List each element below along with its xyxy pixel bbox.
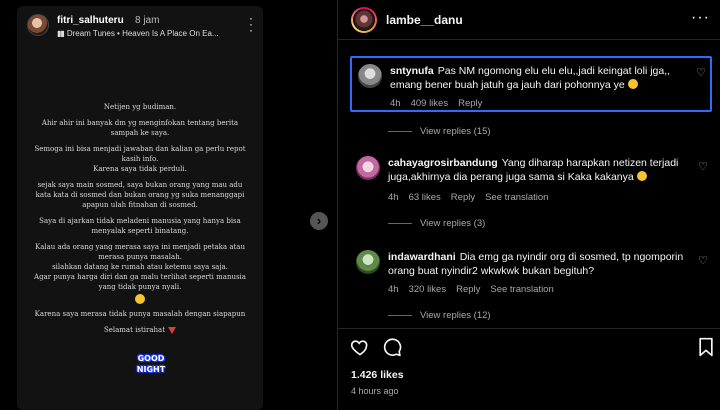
grinning-emoji-icon <box>627 79 638 89</box>
comment-likes[interactable]: 320 likes <box>409 284 447 295</box>
heart-icon[interactable] <box>350 337 370 357</box>
story-avatar[interactable] <box>27 14 49 36</box>
story-line: Karena saya tidak perduli. <box>93 165 187 173</box>
comment-time: 4h <box>390 98 401 109</box>
music-icon: ▮▮ <box>57 29 65 38</box>
chevron-right-icon[interactable]: › <box>310 212 328 230</box>
story-card[interactable]: fitri_salhuteru 8 jam ▮▮ Dream Tunes • He… <box>17 6 263 410</box>
divider <box>388 130 412 132</box>
story-line: silahkan datang ke rumah atau ketemu say… <box>52 263 228 271</box>
post-time: 4 hours ago <box>351 386 399 396</box>
heart-icon[interactable]: ♡ <box>698 160 708 173</box>
comment-username[interactable]: indawardhani <box>388 251 456 263</box>
story-header: fitri_salhuteru 8 jam ▮▮ Dream Tunes • He… <box>27 10 255 50</box>
comment-meta: 4h 320 likes Reply See translation <box>388 284 564 295</box>
story-username[interactable]: fitri_salhuteru <box>57 15 124 26</box>
view-replies-button[interactable]: View replies (12) <box>388 310 491 321</box>
story-line: Ahir ahir ini banyak dm yg menginfokan t… <box>41 119 239 137</box>
comment-body: sntynufa Pas NM ngomong elu elu elu,,jadi… <box>390 64 688 92</box>
reply-button[interactable]: Reply <box>456 284 480 295</box>
heart-icon[interactable]: ♡ <box>696 66 706 79</box>
sweat-smile-emoji-icon <box>135 294 145 304</box>
story-time: 8 jam <box>135 15 160 26</box>
story-line: Selamat istirahat <box>29 325 251 335</box>
commenter-avatar[interactable] <box>356 250 380 274</box>
grinning-emoji-icon <box>636 171 647 181</box>
view-replies-label: View replies (12) <box>420 310 491 321</box>
comment-likes[interactable]: 63 likes <box>409 192 441 203</box>
comment-meta: 4h 409 likes Reply <box>390 98 492 109</box>
see-translation-button[interactable]: See translation <box>485 192 548 203</box>
post-avatar[interactable] <box>351 7 377 33</box>
comment-time: 4h <box>388 284 399 295</box>
view-replies-label: View replies (3) <box>420 218 486 229</box>
comment-username[interactable]: sntynufa <box>390 65 434 77</box>
more-options-icon[interactable]: ··· <box>691 9 710 27</box>
story-line: Saya di ajarkan tidak meladeni manusia y… <box>39 217 241 235</box>
likes-count[interactable]: 1.426 likes <box>351 369 404 381</box>
reply-button[interactable]: Reply <box>458 98 482 109</box>
comment-meta: 4h 63 likes Reply See translation <box>388 192 558 203</box>
view-replies-button[interactable]: View replies (3) <box>388 218 485 229</box>
story-text: Netijen yg budiman. Ahir ahir ini banyak… <box>29 102 251 341</box>
story-line-text: Selamat istirahat <box>103 326 166 334</box>
post-panel: lambe__danu ··· sntynufa Pas NM ngomong e… <box>337 0 720 410</box>
comment-item: sntynufa Pas NM ngomong elu elu elu,,jadi… <box>350 56 712 112</box>
comment-icon[interactable] <box>382 337 402 357</box>
divider <box>388 314 412 316</box>
commenter-avatar[interactable] <box>356 156 380 180</box>
reply-button[interactable]: Reply <box>451 192 475 203</box>
story-line: Semoga ini bisa menjadi jawaban dan kali… <box>34 145 246 163</box>
story-line: Agar punya harga diri dan ga malu terlih… <box>34 273 246 291</box>
comment-body: indawardhani Dia emg ga nyindir org di so… <box>388 250 690 278</box>
comment-body: cahayagrosirbandung Yang diharap harapkan… <box>388 156 690 184</box>
post-username[interactable]: lambe__danu <box>386 13 463 27</box>
sticker-line-2: NIGHT <box>136 365 166 374</box>
post-header: lambe__danu ··· <box>338 0 720 40</box>
story-music[interactable]: ▮▮ Dream Tunes • Heaven Is A Place On Ea.… <box>57 29 219 38</box>
story-line: Karena saya merasa tidak punya masalah d… <box>34 310 246 318</box>
story-line: Netijen yg budiman. <box>103 103 177 111</box>
divider <box>388 222 412 224</box>
comment-item: indawardhani Dia emg ga nyindir org di so… <box>350 244 712 300</box>
story-music-label: Dream Tunes • Heaven Is A Place On Ea... <box>66 29 219 38</box>
good-night-sticker: GOOD NIGHT <box>129 353 173 379</box>
comments-list: sntynufa Pas NM ngomong elu elu elu,,jadi… <box>338 40 720 328</box>
heart-icon[interactable]: ♡ <box>698 254 708 267</box>
more-options-icon[interactable]: ··· <box>249 12 253 36</box>
comment-likes[interactable]: 409 likes <box>411 98 449 109</box>
story-viewer: fitri_salhuteru 8 jam ▮▮ Dream Tunes • He… <box>0 0 337 410</box>
see-translation-button[interactable]: See translation <box>490 284 553 295</box>
story-line: sejak saya main sosmed, saya bukan orang… <box>35 181 245 209</box>
story-line: Kalau ada orang yang merasa saya ini men… <box>34 243 245 261</box>
bookmark-icon[interactable] <box>696 337 716 357</box>
comment-username[interactable]: cahayagrosirbandung <box>388 157 498 169</box>
comment-time: 4h <box>388 192 399 203</box>
view-replies-button[interactable]: View replies (15) <box>388 126 491 137</box>
sticker-line-1: GOOD <box>137 354 165 363</box>
commenter-avatar[interactable] <box>358 64 382 88</box>
view-replies-label: View replies (15) <box>420 126 491 137</box>
comment-item: cahayagrosirbandung Yang diharap harapkan… <box>350 150 712 206</box>
down-arrow-emoji-icon <box>168 326 177 334</box>
post-actions: 1.426 likes 4 hours ago <box>338 328 720 410</box>
